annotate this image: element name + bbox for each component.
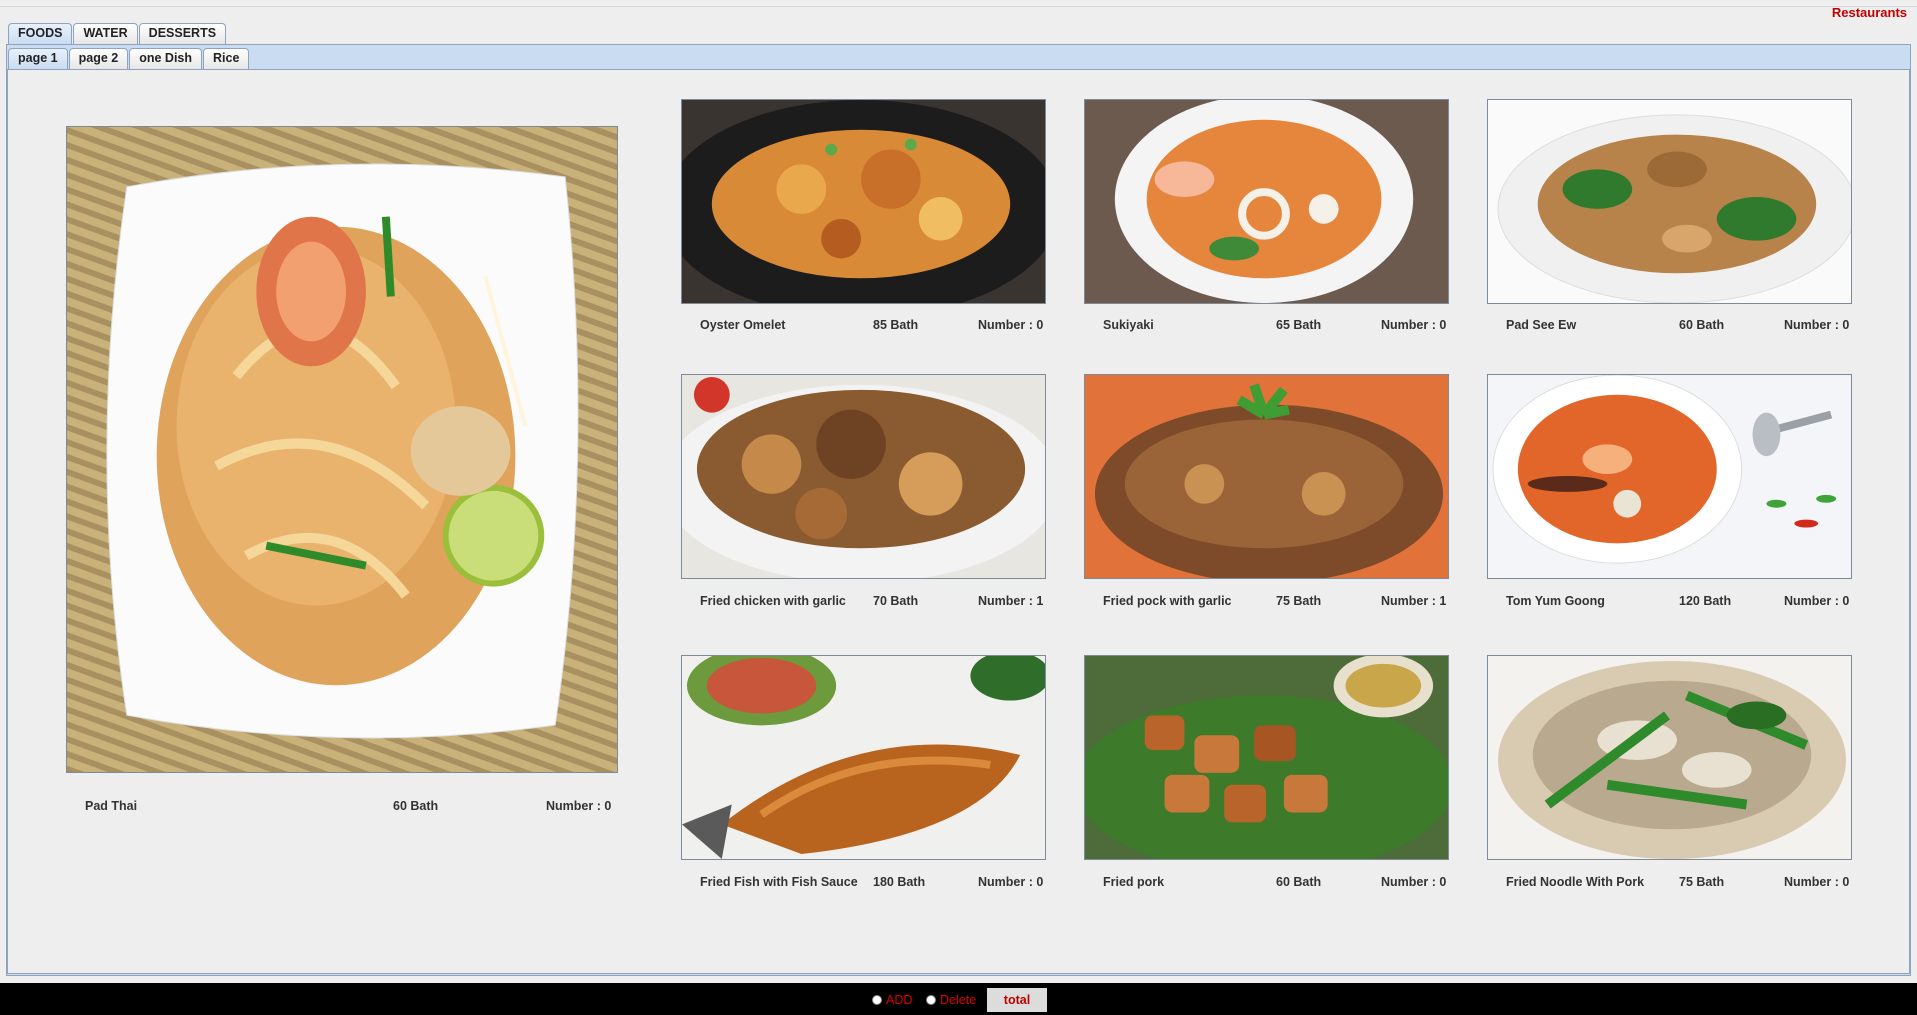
food-price: 75 Bath bbox=[1679, 875, 1725, 889]
food-price: 180 Bath bbox=[873, 875, 926, 889]
tab-foods[interactable]: FOODS bbox=[8, 23, 73, 44]
food-price: 60 Bath bbox=[1679, 318, 1725, 332]
food-image-fried-pork[interactable] bbox=[1084, 655, 1449, 860]
food-image-fried-noodle-with-pork[interactable] bbox=[1487, 655, 1852, 860]
food-number: Number : 1 bbox=[1381, 594, 1447, 608]
food-price: 120 Bath bbox=[1679, 594, 1732, 608]
tab-page-2[interactable]: page 2 bbox=[68, 48, 129, 69]
food-image-pad-see-ew[interactable] bbox=[1487, 99, 1852, 304]
delete-radio[interactable]: Delete bbox=[926, 993, 976, 1007]
food-number: Number : 0 bbox=[978, 875, 1044, 889]
food-image-fried-fish-with-fish-sauce[interactable] bbox=[681, 655, 1046, 860]
food-name: Fried pock with garlic bbox=[1103, 594, 1232, 608]
main-tab-bar: FOODS WATER DESSERTS bbox=[8, 23, 227, 44]
food-image-sukiyaki[interactable] bbox=[1084, 99, 1449, 304]
food-image-tom-yum-goong[interactable] bbox=[1487, 374, 1852, 579]
food-name: Tom Yum Goong bbox=[1506, 594, 1605, 608]
top-divider bbox=[0, 6, 1917, 7]
food-price: 85 Bath bbox=[873, 318, 919, 332]
food-image-fried-pock-with-garlic[interactable] bbox=[1084, 374, 1449, 579]
food-name: Fried Noodle With Pork bbox=[1506, 875, 1645, 889]
add-radio-label: ADD bbox=[886, 993, 913, 1007]
food-price: 75 Bath bbox=[1276, 594, 1322, 608]
food-name: Oyster Omelet bbox=[700, 318, 786, 332]
food-price: 60 Bath bbox=[1276, 875, 1322, 889]
restaurants-link[interactable]: Restaurants bbox=[1832, 5, 1907, 20]
food-price: 70 Bath bbox=[873, 594, 919, 608]
food-name: Sukiyaki bbox=[1103, 318, 1154, 332]
food-number: Number : 0 bbox=[1381, 875, 1447, 889]
tab-desserts[interactable]: DESSERTS bbox=[138, 23, 227, 44]
sub-tab-bar: page 1 page 2 one Dish Rice bbox=[8, 48, 250, 69]
food-name: Fried pork bbox=[1103, 875, 1165, 889]
bottom-bar: ADD Delete total bbox=[0, 983, 1917, 1015]
tab-water[interactable]: WATER bbox=[73, 23, 138, 44]
food-number: Number : 0 bbox=[1784, 875, 1850, 889]
featured-food-price: 60 Bath bbox=[393, 799, 439, 813]
delete-radio-label: Delete bbox=[940, 993, 977, 1007]
food-image-fried-chicken-with-garlic[interactable] bbox=[681, 374, 1046, 579]
food-name: Fried chicken with garlic bbox=[700, 594, 846, 608]
radio-circle-icon[interactable] bbox=[872, 995, 882, 1005]
food-number: Number : 0 bbox=[1381, 318, 1447, 332]
total-button[interactable]: total bbox=[987, 988, 1047, 1012]
tab-one-dish[interactable]: one Dish bbox=[129, 48, 203, 69]
add-radio[interactable]: ADD bbox=[872, 993, 912, 1007]
radio-circle-icon[interactable] bbox=[926, 995, 936, 1005]
featured-food-image[interactable] bbox=[66, 126, 618, 773]
food-number: Number : 0 bbox=[1784, 318, 1850, 332]
food-name: Pad See Ew bbox=[1506, 318, 1577, 332]
food-number: Number : 0 bbox=[978, 318, 1044, 332]
featured-food-name: Pad Thai bbox=[85, 799, 138, 813]
food-name: Fried Fish with Fish Sauce bbox=[700, 875, 858, 889]
tab-page-1[interactable]: page 1 bbox=[8, 48, 68, 69]
food-number: Number : 0 bbox=[1784, 594, 1850, 608]
food-price: 65 Bath bbox=[1276, 318, 1322, 332]
food-image-oyster-omelet[interactable] bbox=[681, 99, 1046, 304]
food-number: Number : 1 bbox=[978, 594, 1044, 608]
tab-rice[interactable]: Rice bbox=[203, 48, 250, 69]
featured-food-number: Number : 0 bbox=[546, 799, 612, 813]
